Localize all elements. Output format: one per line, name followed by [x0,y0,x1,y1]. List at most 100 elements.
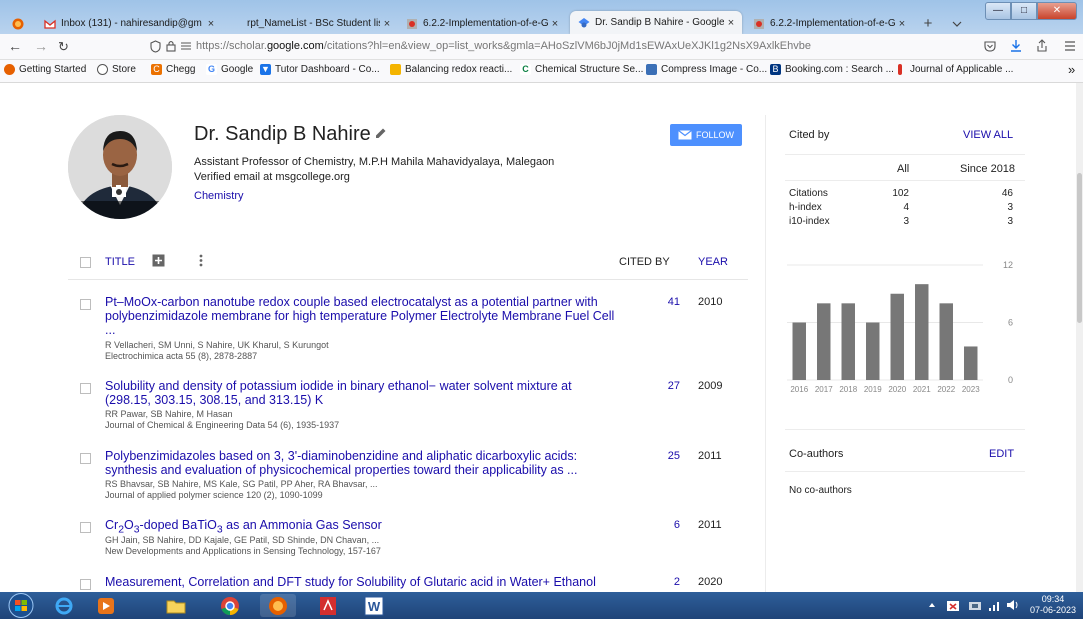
chart-bar-2018[interactable] [841,303,855,380]
folder-icon [166,600,186,613]
bookmark-label: Journal of Applicable ... [910,64,1014,75]
bookmark-compress-image[interactable]: Compress Image - Co... [646,64,767,75]
tab-close-icon[interactable]: × [380,18,394,30]
citations-bar-chart: 12 6 0 2016 2017 2018 2019 2020 2021 2022 2023 [787,260,1013,394]
tray-arrow-icon[interactable] [928,602,936,608]
pocket-icon[interactable] [984,40,996,52]
article-authors: R Vellacheri, SM Unni, S Nahire, UK Khar… [105,340,329,350]
lock-icon[interactable] [166,40,176,52]
bookmark-balancing-redox[interactable]: Balancing redox reacti... [390,64,512,75]
forward-icon[interactable]: → [34,38,48,54]
article-title-link[interactable]: Pt–MoOx-carbon nanotube redox couple bas… [105,295,615,337]
permissions-icon[interactable] [180,41,192,51]
profile-field-link[interactable]: Chemistry [194,190,244,202]
chart-bar-2021[interactable] [915,284,929,380]
taskbar-explorer[interactable] [158,594,194,617]
bookmark-tutor-dashboard[interactable]: ▼ Tutor Dashboard - Co... [260,64,380,75]
tab-close-icon[interactable]: × [895,18,909,30]
chart-bar-2022[interactable] [939,303,953,380]
add-article-icon[interactable] [152,254,165,267]
article-checkbox[interactable] [80,579,91,590]
chart-bar-2020[interactable] [890,293,904,380]
menu-icon[interactable] [1064,41,1076,51]
scrollbar-thumb[interactable] [1077,173,1082,323]
article-row: Solubility and density of potassium iodi… [68,379,748,437]
network-icon[interactable] [968,599,982,612]
action-center-icon[interactable] [946,599,960,612]
firefox-icon [269,596,287,615]
chemical-icon: C [520,64,531,75]
article-title-link[interactable]: Polybenzimidazoles based on 3, 3'-diamin… [105,449,615,477]
title-sort-header[interactable]: TITLE [105,256,135,268]
firefox-menu[interactable] [4,13,34,34]
maximize-icon[interactable]: □ [1011,2,1037,20]
more-vert-icon[interactable] [199,254,203,267]
article-cited-count-link[interactable]: 2 [620,576,680,588]
page-scrollbar[interactable] [1076,83,1083,592]
chart-bar-2019[interactable] [866,322,880,381]
bookmark-store[interactable]: Store [97,64,136,75]
select-all-checkbox[interactable] [80,257,91,268]
bookmarks-overflow-button[interactable]: » [1068,62,1075,77]
new-tab-button[interactable]: + [918,13,938,34]
cited-by-header[interactable]: CITED BY [619,256,670,268]
signal-icon[interactable] [988,599,1002,611]
taskbar-chrome[interactable] [212,594,248,617]
taskbar-acrobat[interactable] [310,594,346,617]
camera-icon[interactable] [110,183,128,199]
chart-bar-2023[interactable] [964,346,978,380]
taskbar-firefox[interactable] [260,594,296,617]
tab-implementation-2[interactable]: 6.2.2-Implementation-of-e-Go × [745,13,913,34]
edit-coauthors-link[interactable]: EDIT [989,448,1014,460]
chart-bar-2016[interactable] [792,322,806,381]
article-title-link[interactable]: Measurement, Correlation and DFT study f… [105,575,615,589]
bookmark-journal[interactable]: Journal of Applicable ... [898,64,1013,75]
article-cited-count-link[interactable]: 25 [620,450,680,462]
article-checkbox[interactable] [80,453,91,464]
article-cited-count-link[interactable]: 27 [620,380,680,392]
article-cited-count-link[interactable]: 6 [620,519,680,531]
metrics-divider [785,180,1025,181]
article-venue: New Developments and Applications in Sen… [105,546,381,556]
bookmark-getting-started[interactable]: Getting Started [4,64,86,75]
taskbar-ie[interactable] [46,594,82,617]
tab-close-icon[interactable]: × [204,18,218,30]
shield-icon[interactable] [150,40,161,53]
year-sort-header[interactable]: YEAR [698,256,728,268]
window-controls: — □ ✕ [985,2,1077,20]
profile-photo [68,115,172,219]
tab-implementation-1[interactable]: 6.2.2-Implementation-of-e-Go × [398,13,566,34]
tab-list-button[interactable] [948,13,966,34]
chart-bar-2017[interactable] [817,303,831,380]
url-bar[interactable]: https://scholar.google.com/citations?hl=… [196,38,886,55]
view-all-link[interactable]: VIEW ALL [963,129,1013,141]
taskbar-media-player[interactable] [88,594,124,617]
reload-icon[interactable]: ↻ [58,39,69,55]
article-cited-count-link[interactable]: 41 [620,296,680,308]
tab-gmail[interactable]: Inbox (131) - nahiresandip@gm × [36,13,222,34]
article-checkbox[interactable] [80,299,91,310]
article-title-link[interactable]: Solubility and density of potassium iodi… [105,379,615,407]
tab-close-icon[interactable]: × [548,18,562,30]
bookmark-chemical-structure[interactable]: C Chemical Structure Se... [520,64,643,75]
bookmark-booking[interactable]: B Booking.com : Search ... [770,64,894,75]
start-button-icon[interactable] [4,592,38,619]
taskbar-word[interactable]: W [356,594,392,617]
tab-close-icon[interactable]: × [724,17,738,29]
minimize-icon[interactable]: — [985,2,1011,20]
navigation-bar: ← → ↻ https://scholar.google.com/citatio… [0,34,1083,60]
system-clock[interactable]: 09:34 07-06-2023 [1030,594,1076,616]
close-icon[interactable]: ✕ [1037,2,1077,20]
bookmark-chegg[interactable]: C Chegg [151,64,195,75]
bookmark-google[interactable]: G Google [206,64,253,75]
tab-namelist[interactable]: rpt_NameList - BSc Student list wit × [222,13,398,34]
article-checkbox[interactable] [80,383,91,394]
article-checkbox[interactable] [80,522,91,533]
volume-icon[interactable] [1006,599,1020,611]
edit-pencil-icon[interactable] [375,127,387,139]
tab-scholar[interactable]: Dr. Sandip B Nahire - Google Sc × [570,11,742,34]
download-icon[interactable] [1010,39,1022,53]
back-icon[interactable]: ← [8,38,22,54]
follow-button[interactable]: FOLLOW [670,124,742,146]
share-icon[interactable] [1036,39,1048,53]
